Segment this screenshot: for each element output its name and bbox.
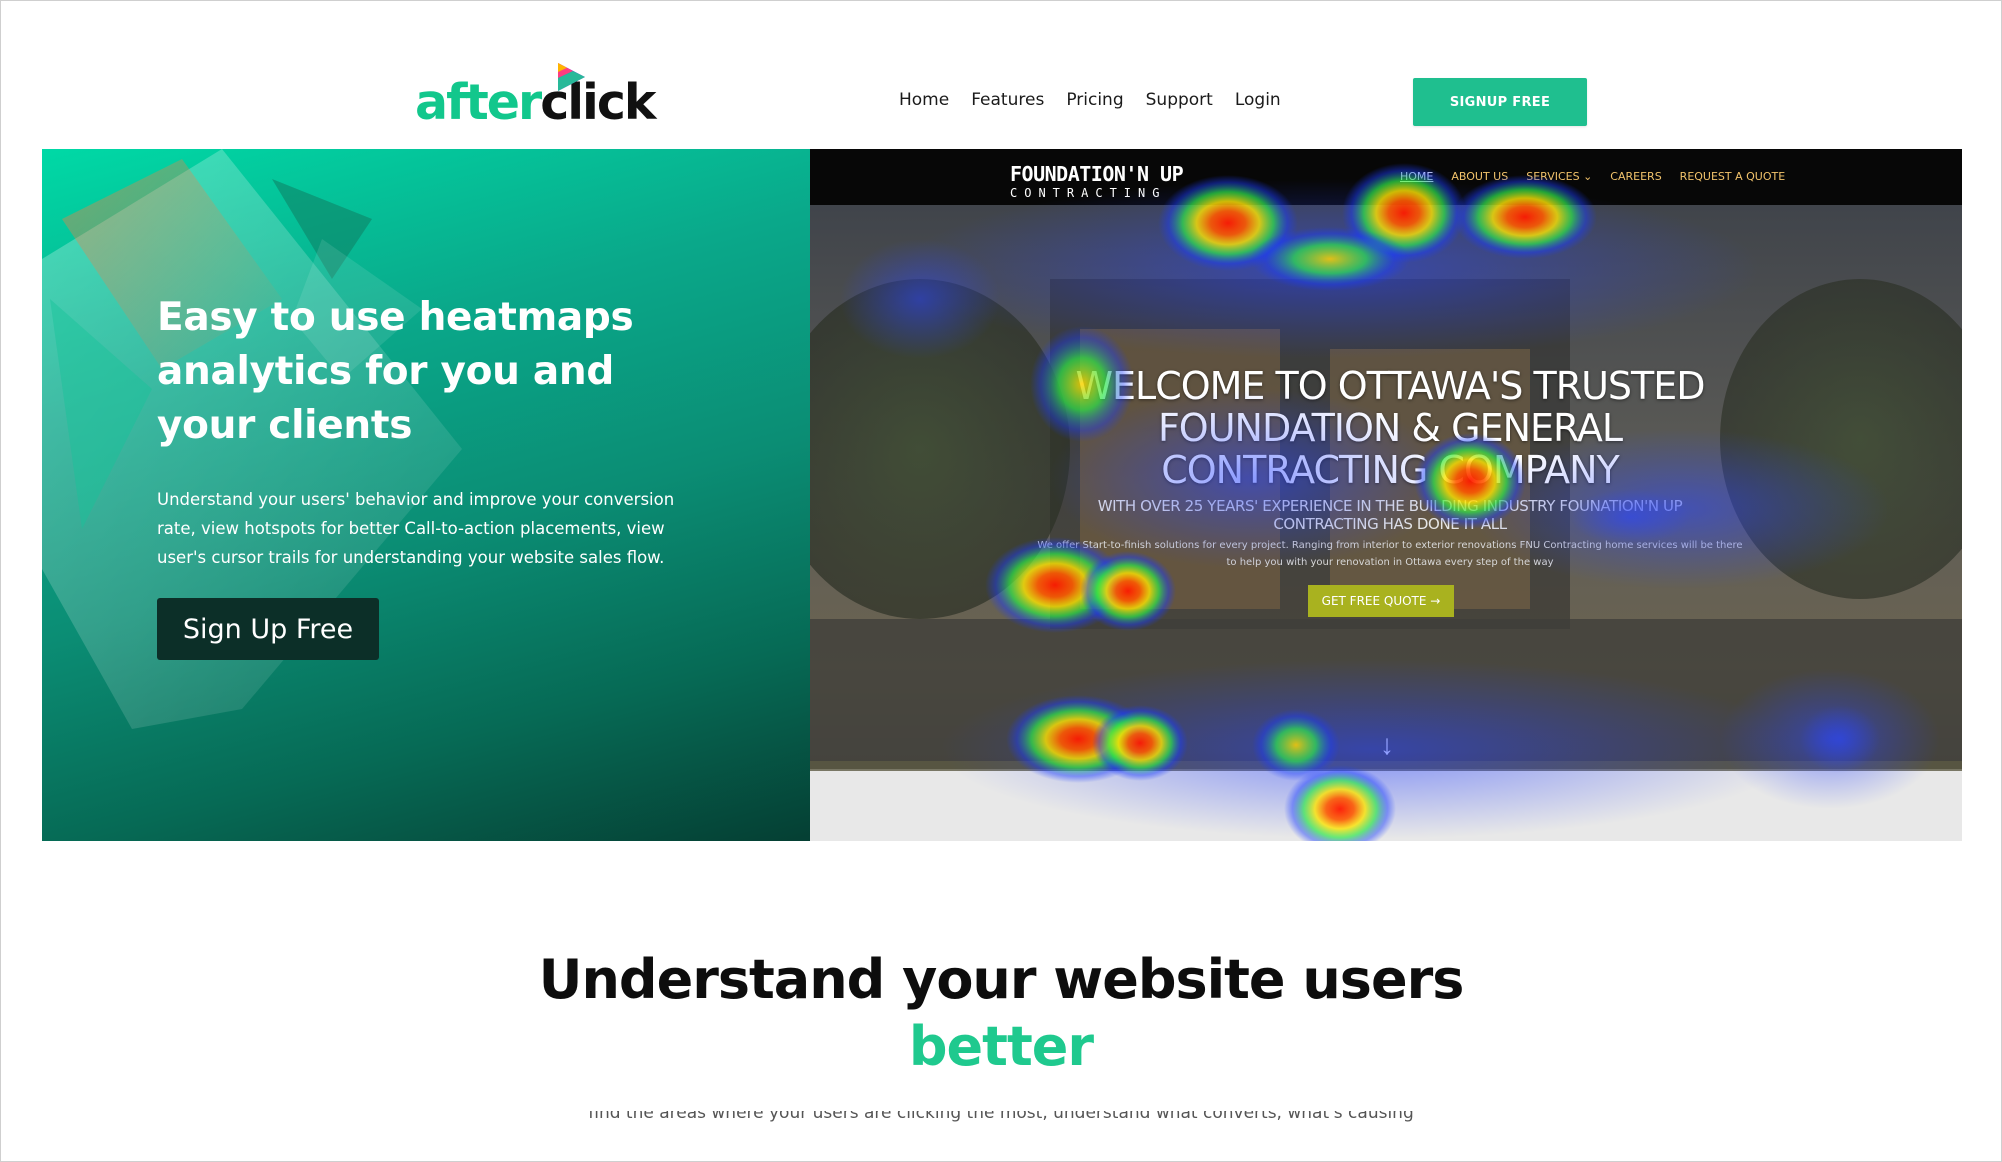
logo-part-after: after: [415, 74, 542, 131]
preview-nav-home: HOME: [1400, 170, 1434, 183]
hero-description: Understand your users' behavior and impr…: [157, 490, 675, 567]
preview-body-text: We offer Start-to-finish solutions for e…: [990, 537, 1790, 571]
nav-login[interactable]: Login: [1235, 89, 1281, 111]
nav-home[interactable]: Home: [899, 89, 949, 111]
preview-small-line2: to help you with your renovation in Otta…: [1226, 557, 1554, 568]
section-description: find the areas where your users are clic…: [1, 1111, 2001, 1125]
preview-headline-line2: FOUNDATION & GENERAL: [1157, 406, 1623, 450]
preview-nav-quote: REQUEST A QUOTE: [1679, 170, 1786, 183]
preview-headline-line1: WELCOME TO OTTAWA'S TRUSTED: [1075, 364, 1705, 408]
preview-nav-careers: CAREERS: [1610, 170, 1662, 183]
section-description-text: find the areas where your users are clic…: [588, 1111, 1414, 1123]
hero-panel: Easy to use heatmaps analytics for you a…: [42, 149, 810, 841]
preview-sub-line2: CONTRACTING HAS DONE IT ALL: [1273, 515, 1507, 533]
section-title: Understand your website users: [538, 948, 1465, 1011]
preview-headline: WELCOME TO OTTAWA'S TRUSTED FOUNDATION &…: [980, 365, 1800, 491]
afterclick-logo[interactable]: afterclick: [415, 61, 657, 131]
preview-sub-line1: WITH OVER 25 YEARS' EXPERIENCE IN THE BU…: [1097, 497, 1683, 515]
preview-subheadline: WITH OVER 25 YEARS' EXPERIENCE IN THE BU…: [1010, 497, 1770, 533]
preview-headline-line3: CONTRACTING COMPANY: [1161, 448, 1620, 492]
hero-title: Easy to use heatmaps analytics for you a…: [157, 295, 634, 448]
preview-brand: FOUNDATION'N UP: [1010, 162, 1184, 186]
hero-signup-button[interactable]: Sign Up Free: [157, 598, 379, 660]
nav-support[interactable]: Support: [1146, 89, 1213, 111]
nav-features[interactable]: Features: [971, 89, 1044, 111]
heatmap-preview: FOUNDATION'N UP CONTRACTING HOME ABOUT U…: [810, 149, 1962, 841]
main-nav: Home Features Pricing Support Login: [899, 89, 1303, 111]
preview-nav-about: ABOUT US: [1451, 170, 1509, 183]
signup-free-button[interactable]: SIGNUP FREE: [1413, 78, 1587, 126]
preview-get-quote-button: GET FREE QUOTE →: [1308, 585, 1454, 617]
play-triangle-icon: [558, 63, 585, 91]
preview-nav: HOME ABOUT US SERVICES ⌄ CAREERS REQUEST…: [1400, 170, 1803, 184]
section-title-accent: better: [908, 1015, 1094, 1078]
logo-text: afterclick: [415, 74, 657, 131]
page-frame: afterclick Home Features Pricing Support…: [0, 0, 2002, 1162]
preview-small-line1: We offer Start-to-finish solutions for e…: [1037, 540, 1743, 551]
preview-nav-services: SERVICES ⌄: [1526, 170, 1593, 183]
preview-brand-sub: CONTRACTING: [1010, 186, 1167, 200]
nav-pricing[interactable]: Pricing: [1066, 89, 1123, 111]
arrow-down-icon: ↓: [1380, 729, 1394, 760]
